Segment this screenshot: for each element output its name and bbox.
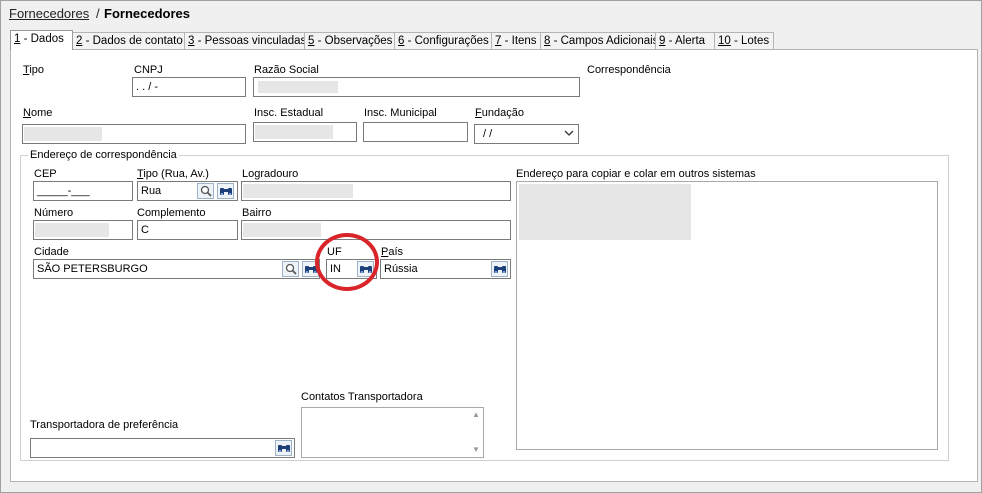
lookup-button[interactable] [217, 183, 234, 199]
fundacao-label: Fundação [475, 107, 524, 119]
contatos-transportadora-label: Contatos Transportadora [301, 391, 423, 403]
insc-municipal-label: Insc. Municipal [364, 107, 437, 119]
page-title: Fornecedores [104, 6, 190, 21]
tab-label: - Alerta [665, 35, 706, 47]
tab-dados-de-contato[interactable]: 2 - Dados de contato [72, 32, 185, 49]
tipo-label-rest: ipo [29, 64, 44, 76]
tab-label: - Configurações [404, 35, 489, 47]
fundacao-date-picker[interactable]: / / [474, 124, 579, 144]
fundacao-value: / / [483, 128, 493, 140]
tab-itens[interactable]: 7 - Itens [491, 32, 541, 49]
lookup-button[interactable] [491, 261, 508, 277]
bairro-label: Bairro [242, 207, 272, 219]
insc-municipal-input[interactable] [363, 122, 468, 142]
logradouro-input[interactable] [241, 181, 511, 201]
cnpj-label: CNPJ [134, 64, 163, 76]
cidade-label: Cidade [34, 246, 69, 258]
breadcrumb-separator: / [96, 6, 100, 21]
pais-value: Rússia [384, 263, 418, 275]
endereco-copiar-textarea[interactable] [516, 181, 938, 450]
pais-label: País [381, 246, 403, 258]
tab-observacoes[interactable]: 5 - Observações [304, 32, 395, 49]
cidade-value: SÃO PETERSBURGO [37, 263, 148, 275]
tab-label: - Observações [314, 35, 393, 47]
search-button[interactable] [282, 261, 299, 277]
pais-input[interactable]: Rússia [380, 259, 511, 279]
redacted-text [243, 184, 353, 198]
complemento-input[interactable]: C [137, 220, 238, 240]
tab-number: 10 [718, 35, 731, 47]
annotation-circle [315, 233, 379, 291]
nome-label: Nome [23, 107, 52, 119]
tipo-rua-value: Rua [141, 185, 162, 197]
bairro-input[interactable] [241, 220, 511, 240]
tab-configuracoes[interactable]: 6 - Configurações [394, 32, 492, 49]
binoculars-icon [277, 444, 290, 452]
transportadora-preferencia-input[interactable] [30, 438, 295, 458]
redacted-text [258, 81, 338, 93]
correspondencia-label: Correspondência [587, 64, 671, 76]
numero-input[interactable] [33, 220, 133, 240]
insc-estadual-input[interactable] [253, 122, 357, 142]
tab-pessoas-vinculadas[interactable]: 3 - Pessoas vinculadas [184, 32, 307, 49]
magnifier-icon [200, 185, 212, 197]
transportadora-preferencia-label: Transportadora de preferência [30, 419, 179, 431]
endereco-copiar-label: Endereço para copiar e colar em outros s… [516, 168, 756, 180]
search-button[interactable] [197, 183, 214, 199]
nome-label-rest: ome [30, 107, 53, 119]
tab-alerta[interactable]: 9 - Alerta [655, 32, 715, 49]
fundacao-label-rest: undação [481, 107, 524, 119]
cnpj-value: . . / - [136, 81, 158, 93]
cep-label: CEP [34, 168, 57, 180]
tipo-rua-label: Tipo (Rua, Av.) [137, 168, 209, 180]
fundacao-label-hotkey: F [475, 107, 482, 119]
cidade-input[interactable]: SÃO PETERSBURGO [33, 259, 320, 279]
cep-value: _____-___ [37, 185, 90, 197]
breadcrumb-link-fornecedores[interactable]: Fornecedores [9, 6, 89, 21]
scroll-up-icon[interactable]: ▲ [471, 410, 481, 420]
cep-input[interactable]: _____-___ [33, 181, 133, 201]
razao-social-label: Razão Social [254, 64, 319, 76]
chevron-down-icon[interactable] [564, 130, 574, 137]
complemento-value: C [141, 224, 149, 236]
tab-dados[interactable]: 1 - Dados [10, 30, 73, 50]
scroll-down-icon[interactable]: ▼ [471, 445, 481, 455]
tab-label: - Itens [501, 35, 537, 47]
binoculars-icon [493, 265, 506, 273]
logradouro-label: Logradouro [242, 168, 299, 180]
contatos-transportadora-textarea[interactable]: ▲ ▼ [301, 407, 484, 458]
tipo-rua-label-rest: ipo (Rua, Av.) [143, 168, 209, 180]
tab-label: - Campos Adicionais [550, 35, 659, 47]
razao-social-input[interactable] [253, 77, 580, 97]
cnpj-input[interactable]: . . / - [132, 77, 246, 97]
tab-lotes[interactable]: 10 - Lotes [714, 32, 774, 49]
tab-label: - Pessoas vinculadas [194, 35, 307, 47]
insc-estadual-label: Insc. Estadual [254, 107, 324, 119]
numero-label: Número [34, 207, 74, 219]
lookup-button[interactable] [275, 440, 292, 456]
tab-label: - Dados de contato [82, 35, 183, 47]
tipo-rua-input[interactable]: Rua [137, 181, 238, 201]
tipo-label: Tipo [23, 64, 44, 76]
magnifier-icon [285, 263, 297, 275]
tab-label: - Dados [20, 33, 64, 45]
redacted-text [243, 223, 321, 237]
nome-input[interactable] [22, 124, 246, 144]
redacted-text [35, 223, 109, 237]
endereco-group-title: Endereço de correspondência [28, 149, 179, 161]
complemento-label: Complemento [137, 207, 206, 219]
pais-label-rest: aís [388, 246, 404, 258]
tab-label: - Lotes [730, 35, 770, 47]
redacted-text [24, 127, 102, 141]
redacted-text [255, 125, 333, 139]
binoculars-icon [219, 187, 232, 195]
redacted-text [519, 184, 691, 240]
nome-label-hotkey: N [23, 107, 31, 119]
tab-campos-adicionais[interactable]: 8 - Campos Adicionais [540, 32, 659, 49]
